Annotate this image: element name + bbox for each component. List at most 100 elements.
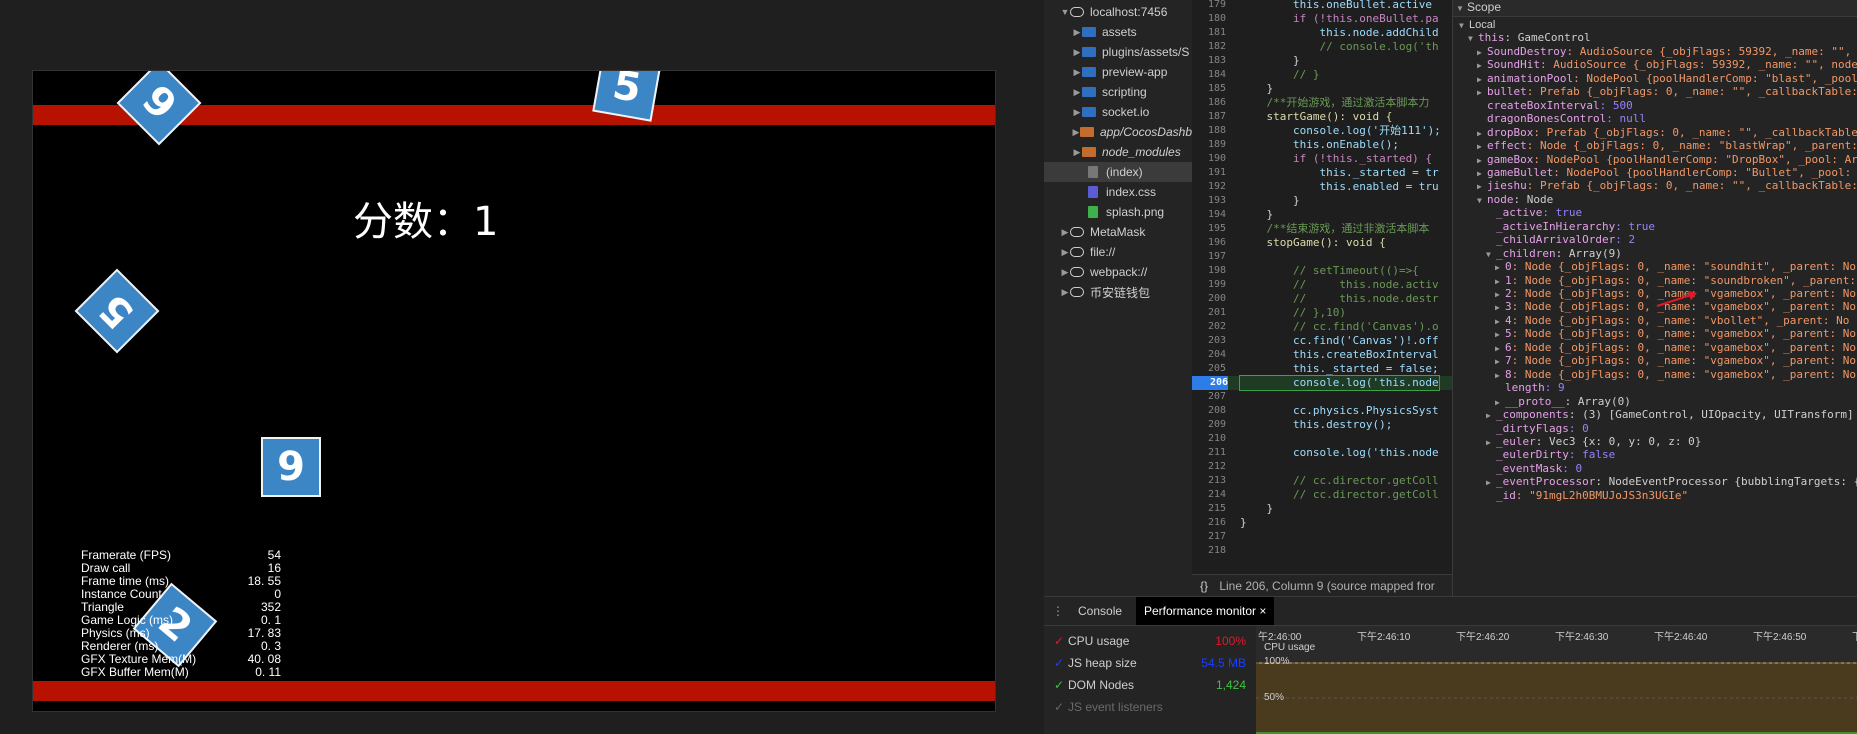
tree-item[interactable]: ▼ localhost:7456 — [1044, 2, 1192, 22]
collapsed-arrow-icon[interactable]: ▶ — [1495, 288, 1505, 301]
line-number[interactable]: 196 — [1192, 236, 1226, 250]
collapsed-arrow-icon[interactable]: ▶ — [1486, 476, 1496, 489]
line-number[interactable]: 199 — [1192, 278, 1226, 292]
chevron-icon[interactable]: ▶ — [1072, 147, 1082, 158]
chevron-icon[interactable]: ▶ — [1072, 107, 1082, 118]
chevron-icon[interactable]: ▶ — [1060, 227, 1070, 238]
code-line[interactable]: 215 } — [1192, 502, 1452, 516]
code-line[interactable]: 185 } — [1192, 82, 1452, 96]
chevron-icon[interactable]: ▶ — [1060, 267, 1070, 278]
expanded-arrow-icon[interactable]: ▼ — [1459, 19, 1469, 32]
code-line[interactable]: 208 cc.physics.PhysicsSyst — [1192, 404, 1452, 418]
line-number[interactable]: 189 — [1192, 138, 1226, 152]
line-number[interactable]: 193 — [1192, 194, 1226, 208]
scope-property[interactable]: ▶ 5: Node {_objFlags: 0, _name: "vgamebox… — [1495, 327, 1856, 340]
line-number[interactable]: 191 — [1192, 166, 1226, 180]
collapsed-arrow-icon[interactable]: ▶ — [1477, 154, 1487, 167]
scope-property[interactable]: ▶ __proto__: Array(0) — [1495, 395, 1631, 408]
close-icon[interactable]: × — [1259, 604, 1266, 618]
scope-property[interactable]: ▶ _euler: Vec3 {x: 0, y: 0, z: 0} — [1486, 435, 1701, 448]
collapsed-arrow-icon[interactable]: ▶ — [1477, 140, 1487, 153]
metric-js-event-listeners[interactable]: ✓ JS event listeners — [1054, 696, 1252, 718]
line-number[interactable]: 197 — [1192, 250, 1226, 264]
code-line[interactable]: 197 — [1192, 250, 1452, 264]
line-number[interactable]: 184 — [1192, 68, 1226, 82]
line-number[interactable]: 198 — [1192, 264, 1226, 278]
collapsed-arrow-icon[interactable]: ▶ — [1495, 301, 1505, 314]
line-number[interactable]: 213 — [1192, 474, 1226, 488]
line-number[interactable]: 202 — [1192, 320, 1226, 334]
scope-property[interactable]: ▶ SoundHit: AudioSource {_objFlags: 59392… — [1477, 58, 1857, 71]
collapsed-arrow-icon[interactable]: ▶ — [1495, 355, 1505, 368]
line-number[interactable]: 186 — [1192, 96, 1226, 110]
scope-property[interactable]: ▶ 4: Node {_objFlags: 0, _name: "vbollet"… — [1495, 314, 1849, 327]
code-line[interactable]: 216} — [1192, 516, 1452, 530]
collapsed-arrow-icon[interactable]: ▶ — [1477, 73, 1487, 86]
collapsed-arrow-icon[interactable]: ▶ — [1495, 396, 1505, 409]
code-line[interactable]: 194 } — [1192, 208, 1452, 222]
code-line[interactable]: 193 } — [1192, 194, 1452, 208]
collapsed-arrow-icon[interactable]: ▶ — [1495, 328, 1505, 341]
collapsed-arrow-icon[interactable]: ▶ — [1477, 167, 1487, 180]
scope-property[interactable]: _eventMask: 0 — [1486, 462, 1582, 475]
collapsed-arrow-icon[interactable]: ▶ — [1477, 127, 1487, 140]
scope-property[interactable]: ▶ _eventProcessor: NodeEventProcessor {bu… — [1486, 475, 1857, 488]
line-number[interactable]: 200 — [1192, 292, 1226, 306]
line-number[interactable]: 181 — [1192, 26, 1226, 40]
scope-property[interactable]: createBoxInterval: 500 — [1477, 99, 1633, 112]
line-number[interactable]: 211 — [1192, 446, 1226, 460]
collapsed-arrow-icon[interactable]: ▶ — [1477, 180, 1487, 193]
code-line[interactable]: 198 // setTimeout(()=>{ — [1192, 264, 1452, 278]
code-line[interactable]: 183 } — [1192, 54, 1452, 68]
chevron-icon[interactable]: ▶ — [1072, 27, 1082, 38]
line-number[interactable]: 205 — [1192, 362, 1226, 376]
line-number[interactable]: 212 — [1192, 460, 1226, 474]
breakpoint-line[interactable]: 206 console.log('this.node — [1192, 375, 1452, 391]
tree-item[interactable]: ▶ file:// — [1044, 242, 1192, 262]
scope-property[interactable]: ▶ SoundDestroy: AudioSource {_objFlags: 5… — [1477, 45, 1857, 58]
chevron-icon[interactable]: ▶ — [1072, 67, 1082, 78]
tree-item[interactable]: (index) — [1044, 162, 1192, 182]
code-line[interactable]: 191 this._started = tr — [1192, 166, 1452, 180]
metric-cpu-usage[interactable]: ✓ CPU usage 100% — [1054, 630, 1252, 652]
scope-property[interactable]: ▼ _children: Array(9) — [1486, 247, 1622, 260]
line-number[interactable]: 204 — [1192, 348, 1226, 362]
scope-property[interactable]: dragonBonesControl: null — [1477, 112, 1646, 125]
scope-property[interactable]: ▼ node: Node — [1477, 193, 1553, 206]
code-line[interactable]: 199 // this.node.activ — [1192, 278, 1452, 292]
checkmark-icon[interactable]: ✓ — [1054, 696, 1068, 718]
scope-property[interactable]: ▼ this: GameControl — [1468, 31, 1591, 44]
collapsed-arrow-icon[interactable]: ▶ — [1495, 261, 1505, 274]
collapsed-arrow-icon[interactable]: ▶ — [1495, 315, 1505, 328]
scope-property[interactable]: _dirtyFlags: 0 — [1486, 422, 1589, 435]
code-line[interactable]: 187 startGame(): void { — [1192, 110, 1452, 124]
tree-item[interactable]: ▶ plugins/assets/S — [1044, 42, 1192, 62]
line-number[interactable]: 218 — [1192, 544, 1226, 558]
line-number[interactable]: 190 — [1192, 152, 1226, 166]
scope-property[interactable]: _active: true — [1486, 206, 1582, 219]
line-number[interactable]: 207 — [1192, 390, 1226, 404]
chevron-icon[interactable]: ▼ — [1060, 7, 1070, 17]
tree-item[interactable]: ▶ MetaMask — [1044, 222, 1192, 242]
tree-item[interactable]: splash.png — [1044, 202, 1192, 222]
tree-item[interactable]: ▶ app/CocosDashb — [1044, 122, 1193, 142]
collapsed-arrow-icon[interactable]: ▶ — [1486, 409, 1496, 422]
code-line[interactable]: 217 — [1192, 530, 1452, 544]
scope-property[interactable]: ▶ _components: (3) [GameControl, UIOpacit… — [1486, 408, 1854, 421]
tree-item[interactable]: ▶ assets — [1044, 22, 1192, 42]
line-number[interactable]: 192 — [1192, 180, 1226, 194]
chevron-icon[interactable]: ▶ — [1060, 247, 1070, 258]
tree-item[interactable]: ▶ scripting — [1044, 82, 1192, 102]
scope-property[interactable]: ▶ gameBullet: NodePool {poolHandlerComp: … — [1477, 166, 1857, 179]
scope-property[interactable]: _childArrivalOrder: 2 — [1486, 233, 1635, 246]
scope-property[interactable]: ▶ 0: Node {_objFlags: 0, _name: "soundhit… — [1495, 260, 1856, 273]
collapsed-arrow-icon[interactable]: ▶ — [1477, 86, 1487, 99]
code-line[interactable]: 190 if (!this._started) { — [1192, 152, 1452, 166]
scope-property[interactable]: ▶ dropBox: Prefab {_objFlags: 0, _name: "… — [1477, 126, 1857, 139]
game-canvas[interactable]: 9 5 5 9 2 分数：1 Framerate (FPS) 54 Draw cal… — [32, 70, 996, 712]
code-line[interactable]: 204 this.createBoxInterval — [1192, 348, 1452, 362]
pretty-print-button[interactable]: {} — [1192, 575, 1216, 596]
code-line[interactable]: 212 — [1192, 460, 1452, 474]
scope-property[interactable]: ▶ gameBox: NodePool {poolHandlerComp: "Dr… — [1477, 153, 1857, 166]
line-number[interactable]: 217 — [1192, 530, 1226, 544]
